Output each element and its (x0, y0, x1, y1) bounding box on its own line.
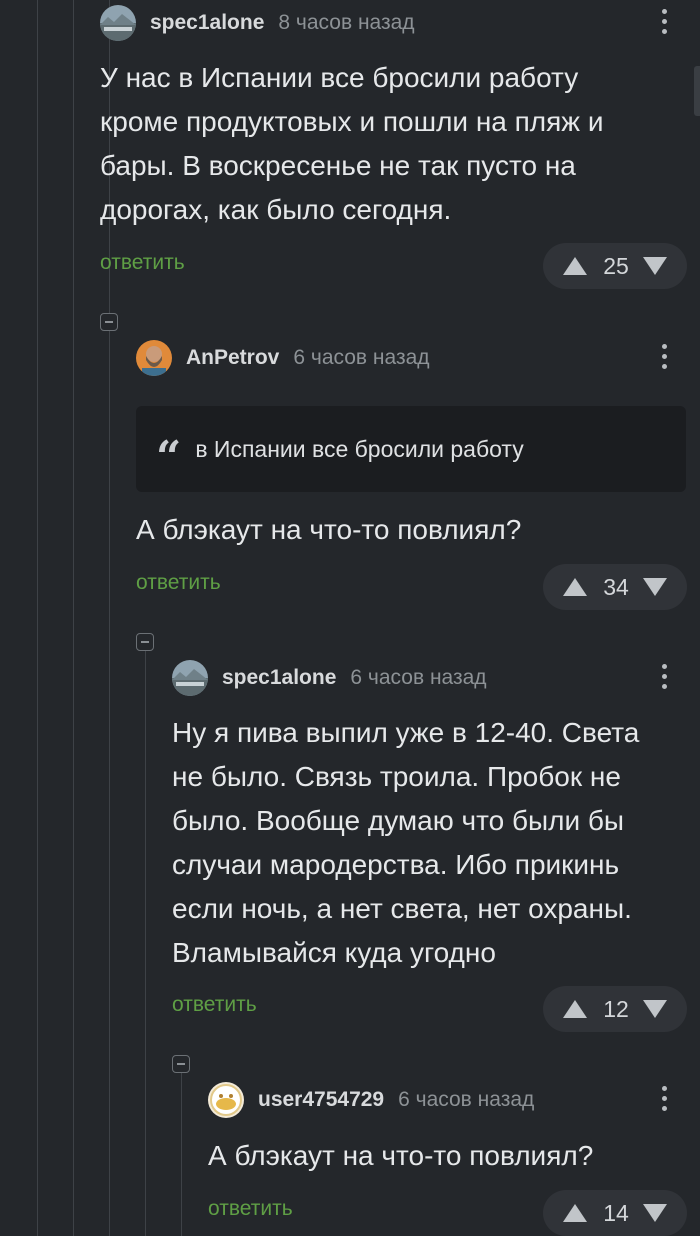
comment-timestamp[interactable]: 6 часов назад (293, 346, 429, 370)
collapse-thread-button[interactable] (100, 313, 118, 331)
collapse-thread-button[interactable] (172, 1055, 190, 1073)
comment-author[interactable]: spec1alone (222, 666, 336, 690)
landscape-avatar-icon[interactable] (100, 5, 136, 41)
comment-header: user4754729 6 часов назад (208, 1080, 534, 1120)
reply-button[interactable]: ответить (172, 993, 257, 1017)
downvote-icon[interactable] (642, 1204, 667, 1222)
comment-header: spec1alone 8 часов назад (100, 3, 415, 43)
vote-count: 25 (603, 252, 629, 279)
landscape-avatar-icon[interactable] (172, 660, 208, 696)
thread-line (109, 330, 110, 1236)
comment-timestamp[interactable]: 6 часов назад (398, 1088, 534, 1112)
more-options-icon[interactable] (662, 344, 668, 372)
more-options-icon[interactable] (662, 664, 668, 692)
downvote-icon[interactable] (642, 257, 667, 275)
upvote-icon[interactable] (563, 578, 588, 596)
thread-line (73, 0, 74, 1236)
collapse-thread-button[interactable] (136, 633, 154, 651)
vote-count: 34 (603, 573, 629, 600)
comment-header: spec1alone 6 часов назад (172, 658, 487, 698)
comment-header: AnPetrov 6 часов назад (136, 338, 430, 378)
vote-widget: 14 (543, 1190, 687, 1236)
comment-author[interactable]: user4754729 (258, 1088, 384, 1112)
comment-text: А блэкаут на что-то повлиял? (136, 514, 522, 545)
quote-icon: “ (156, 431, 182, 483)
comment-author[interactable]: AnPetrov (186, 346, 279, 370)
comment-text: У нас в Испании все бросили работу кроме… (100, 62, 604, 225)
vote-count: 12 (603, 995, 629, 1022)
downvote-icon[interactable] (642, 578, 667, 596)
quoted-text: “ в Испании все бросили работу (136, 406, 686, 492)
thread-line (37, 0, 38, 1236)
more-options-icon[interactable] (662, 9, 668, 37)
cartoon-avatar-icon[interactable] (208, 1082, 244, 1118)
comment-author[interactable]: spec1alone (150, 11, 264, 35)
scrollbar-thumb[interactable] (694, 66, 700, 116)
reply-button[interactable]: ответить (136, 571, 221, 595)
comment-text: Ну я пива выпил уже в 12-40. Света не бы… (172, 717, 640, 968)
reply-button[interactable]: ответить (100, 251, 185, 275)
quote-text: в Испании все бросили работу (195, 435, 524, 462)
upvote-icon[interactable] (563, 257, 588, 275)
upvote-icon[interactable] (563, 1204, 588, 1222)
upvote-icon[interactable] (563, 1000, 588, 1018)
comment-text: А блэкаут на что-то повлиял? (208, 1140, 594, 1171)
vote-count: 14 (603, 1199, 629, 1226)
vote-widget: 12 (543, 986, 687, 1032)
vote-widget: 34 (543, 564, 687, 610)
comment-timestamp[interactable]: 8 часов назад (278, 11, 414, 35)
reply-button[interactable]: ответить (208, 1197, 293, 1221)
vote-widget: 25 (543, 243, 687, 289)
comment-timestamp[interactable]: 6 часов назад (350, 666, 486, 690)
thread-line (181, 1072, 182, 1236)
thread-line (145, 651, 146, 1236)
downvote-icon[interactable] (642, 1000, 667, 1018)
bearded-man-avatar-icon[interactable] (136, 340, 172, 376)
more-options-icon[interactable] (662, 1086, 668, 1114)
